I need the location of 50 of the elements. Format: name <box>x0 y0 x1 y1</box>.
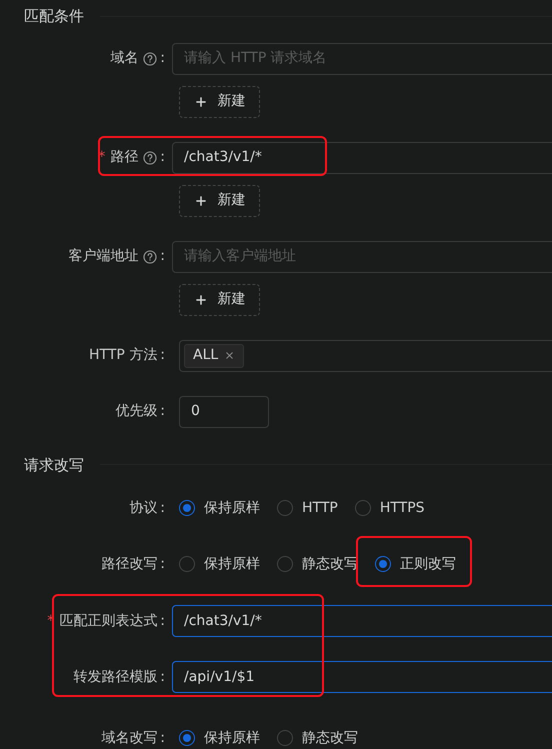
section-title: 请求改写 <box>24 454 84 476</box>
field-label: 客户端地址 <box>68 247 138 266</box>
field-label: HTTP 方法 <box>89 346 158 365</box>
label-colon: : <box>160 148 165 167</box>
radio-button[interactable] <box>179 730 195 746</box>
field-label: 路径 <box>110 148 138 167</box>
radio-option[interactable]: 正则改写 <box>375 554 456 574</box>
label-colon: : <box>160 247 165 266</box>
radio-option[interactable]: 保持原样 <box>179 554 260 574</box>
plus-icon <box>194 194 208 208</box>
label-colon: : <box>160 346 165 365</box>
radio-button[interactable] <box>277 556 293 572</box>
add-button[interactable]: 新建 <box>179 184 260 216</box>
field-label: 路径改写 <box>101 554 158 574</box>
section-title: 匹配条件 <box>24 6 84 27</box>
label-colon: : <box>160 612 165 630</box>
label-colon: : <box>160 49 165 68</box>
label-colon: : <box>160 728 165 748</box>
plus-icon <box>194 94 208 108</box>
radio-button[interactable] <box>179 556 195 572</box>
radio-option[interactable]: HTTP <box>277 498 338 518</box>
radio-option[interactable]: 保持原样 <box>179 728 260 748</box>
radio-option[interactable]: 静态改写 <box>277 728 358 748</box>
field-label: 匹配正则表达式 <box>59 612 158 630</box>
text-input[interactable]: /chat3/v1/* <box>172 605 552 637</box>
plus-icon <box>194 292 208 306</box>
select-field[interactable]: ALL <box>179 340 552 372</box>
text-input[interactable]: /chat3/v1/* <box>172 142 552 174</box>
radio-button[interactable] <box>179 500 195 516</box>
label-colon: : <box>160 554 165 574</box>
radio-option[interactable]: HTTPS <box>354 498 425 518</box>
method-tag: ALL <box>184 344 244 368</box>
field-label: 域名 <box>110 49 138 68</box>
field-label: 优先级 <box>115 402 158 421</box>
label-colon: : <box>160 668 165 686</box>
radio-button[interactable] <box>375 556 391 572</box>
field-label: 协议 <box>129 498 158 518</box>
number-input[interactable]: 0 <box>179 396 269 428</box>
label-colon: : <box>160 498 165 518</box>
add-button[interactable]: 新建 <box>179 284 260 316</box>
radio-button[interactable] <box>277 730 293 746</box>
radio-button[interactable] <box>354 500 371 516</box>
label-colon: : <box>160 402 165 421</box>
text-input[interactable]: /api/v1/$1 <box>172 661 552 693</box>
close-icon[interactable] <box>224 350 236 361</box>
field-label: 转发路径模版 <box>73 668 158 686</box>
radio-option[interactable]: 保持原样 <box>179 498 260 518</box>
add-button[interactable]: 新建 <box>179 86 260 118</box>
field-label: 域名改写 <box>101 728 158 748</box>
radio-button[interactable] <box>277 500 293 516</box>
